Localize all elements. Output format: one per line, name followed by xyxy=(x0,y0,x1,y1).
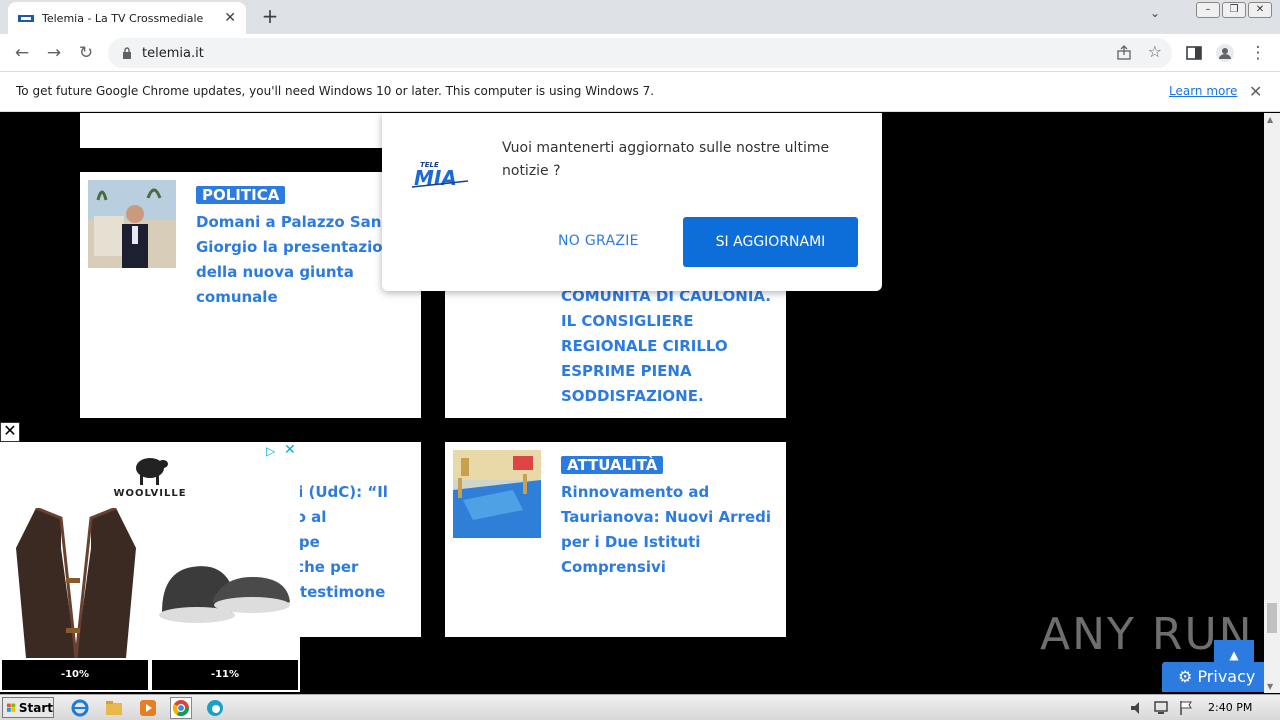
decline-button[interactable]: NO GRAZIE xyxy=(558,233,639,249)
news-card-partial xyxy=(80,113,421,148)
forward-arrow-icon[interactable]: → xyxy=(42,41,66,65)
ad-brand: WOOLVILLE xyxy=(113,488,187,499)
learn-more-link[interactable]: Learn more xyxy=(1169,84,1237,98)
news-card[interactable]: POLITICA Domani a Palazzo San Giorgio la… xyxy=(80,172,421,418)
action-center-flag-icon[interactable] xyxy=(1176,698,1196,718)
discount-label[interactable]: -11% xyxy=(152,660,298,690)
discount-label[interactable]: -10% xyxy=(2,660,148,690)
browser-toolbar: ← → ↻ telemia.it ☆ ⋮ xyxy=(0,34,1280,72)
tab-search-chevron-icon[interactable]: ⌄ xyxy=(1150,6,1160,20)
window-controls: – ❐ ✕ xyxy=(1196,2,1272,18)
classroom-photo xyxy=(453,450,541,538)
page-scrollbar[interactable]: ▲ ▼ xyxy=(1264,113,1280,693)
url-text: telemia.it xyxy=(142,45,204,61)
popup-message: Vuoi mantenerti aggiornato sulle nostre … xyxy=(502,140,830,179)
windows-taskbar: Start 2:40 PM xyxy=(0,694,1280,720)
category-badge[interactable]: POLITICA xyxy=(196,186,286,204)
restore-button[interactable]: ❐ xyxy=(1222,2,1246,18)
sheep-logo-icon xyxy=(136,458,168,485)
site-favicon-icon xyxy=(18,15,34,22)
scroll-top-button[interactable]: ▲ xyxy=(1214,640,1254,664)
bookmark-star-icon[interactable]: ☆ xyxy=(1148,42,1162,61)
ad-dismiss-icon[interactable]: ✕ xyxy=(284,442,296,458)
chrome-icon[interactable] xyxy=(170,697,192,719)
update-infobar: To get future Google Chrome updates, you… xyxy=(0,72,1280,112)
profile-avatar-icon[interactable] xyxy=(1216,44,1234,62)
reload-icon[interactable]: ↻ xyxy=(74,41,98,65)
tab-title: Telemia - La TV Crossmediale xyxy=(42,11,204,25)
wool-vest-image xyxy=(16,508,136,658)
news-card[interactable]: ATTUALITÀ Rinnovamento ad Taurianova: Nu… xyxy=(445,442,786,637)
address-bar[interactable]: telemia.it ☆ xyxy=(108,38,1172,68)
category-badge[interactable]: ATTUALITÀ xyxy=(561,456,664,474)
tab-strip: Telemia - La TV Crossmediale ✕ + ⌄ – ❐ ✕ xyxy=(0,0,1280,34)
news-headline[interactable]: Rinnovamento ad Taurianova: Nuovi Arredi… xyxy=(561,480,781,580)
new-tab-button[interactable]: + xyxy=(258,4,282,28)
infobar-close-icon[interactable]: ✕ xyxy=(1249,82,1262,101)
scroll-down-icon[interactable]: ▼ xyxy=(1267,682,1273,691)
file-explorer-icon[interactable] xyxy=(104,698,124,718)
privacy-button[interactable]: ⚙ Privacy xyxy=(1162,662,1264,692)
scrollbar-thumb[interactable] xyxy=(1267,603,1277,633)
minimize-button[interactable]: – xyxy=(1196,2,1220,18)
woolville-ad[interactable]: ▷ ✕ WOOLVILLE -10% -11% xyxy=(0,442,300,692)
news-headline[interactable]: COMUNITÀ DI CAULONIA. IL CONSIGLIERE REG… xyxy=(561,284,781,409)
system-clock[interactable]: 2:40 PM xyxy=(1208,701,1252,714)
lock-icon xyxy=(123,47,131,59)
scroll-up-icon[interactable]: ▲ xyxy=(1267,115,1273,124)
infobar-message: To get future Google Chrome updates, you… xyxy=(16,84,655,98)
ad-close-icon[interactable]: ✕ xyxy=(0,422,20,442)
politician-photo xyxy=(88,180,176,268)
tab-close-icon[interactable]: ✕ xyxy=(224,10,236,26)
window-close-button[interactable]: ✕ xyxy=(1248,2,1272,18)
slippers-image xyxy=(159,566,290,623)
edge-icon[interactable] xyxy=(205,698,225,718)
back-arrow-icon[interactable]: ← xyxy=(10,41,34,65)
volume-icon[interactable] xyxy=(1128,698,1148,718)
subscribe-button[interactable]: SI AGGIORNAMI xyxy=(683,217,858,267)
share-icon[interactable] xyxy=(1116,45,1132,61)
gear-icon: ⚙ xyxy=(1178,667,1193,686)
start-button[interactable]: Start xyxy=(2,697,54,718)
telemia-logo: TELE MIA xyxy=(412,161,469,190)
side-panel-icon[interactable] xyxy=(1185,44,1203,62)
push-notification-dialog: TELE MIA Vuoi mantenerti aggiornato sull… xyxy=(382,113,882,291)
network-icon[interactable] xyxy=(1152,698,1172,718)
internet-explorer-icon[interactable] xyxy=(70,698,90,718)
adchoices-icon[interactable]: ▷ xyxy=(266,444,275,458)
windows-logo-icon xyxy=(7,703,16,712)
browser-tab[interactable]: Telemia - La TV Crossmediale ✕ xyxy=(8,2,246,34)
media-player-icon[interactable] xyxy=(138,698,158,718)
menu-kebab-icon[interactable]: ⋮ xyxy=(1246,41,1270,65)
